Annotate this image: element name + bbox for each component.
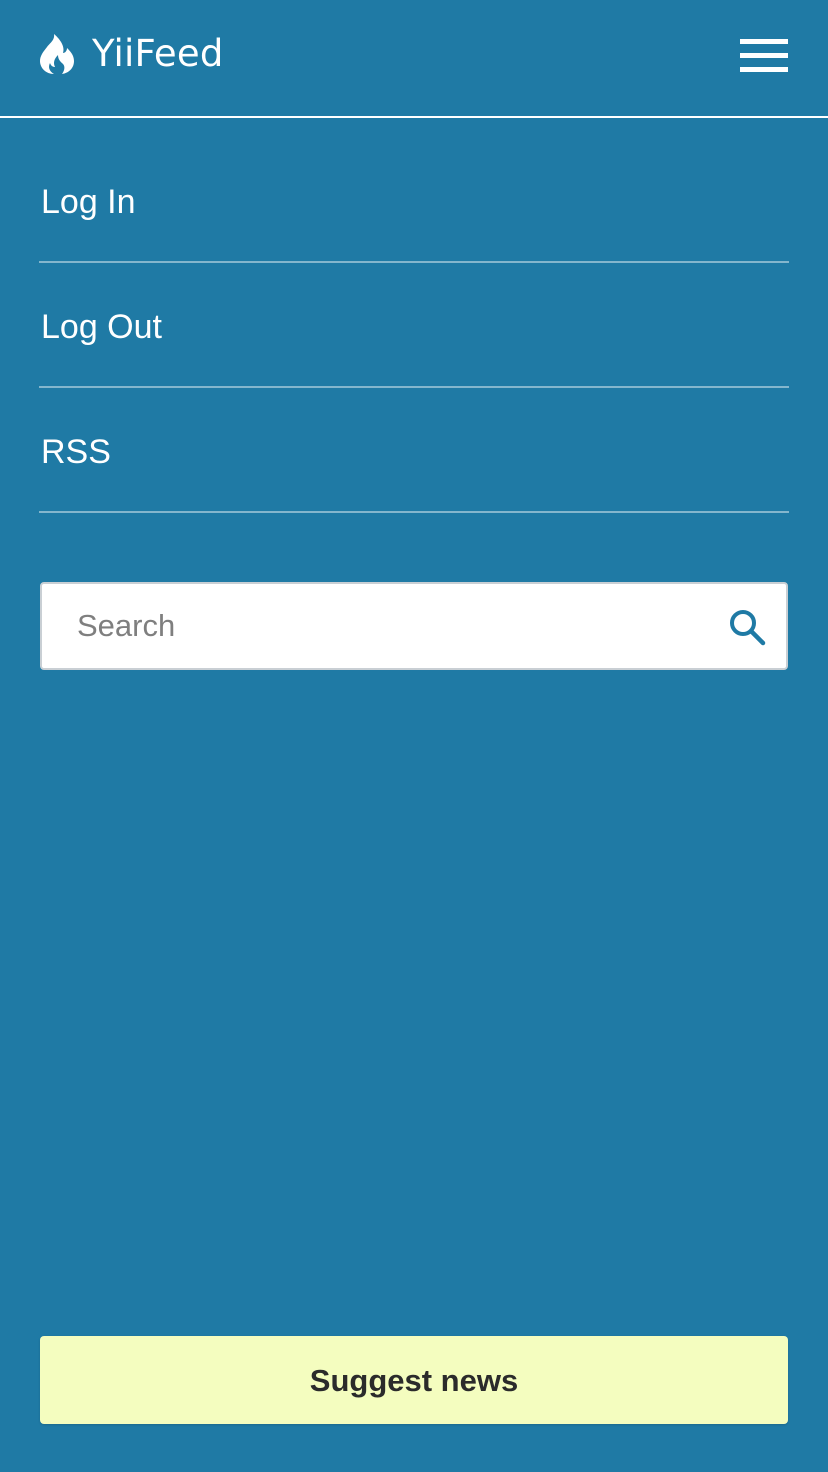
nav-item-label: RSS — [41, 433, 111, 471]
suggest-news-button[interactable]: Suggest news — [40, 1336, 788, 1424]
brand-logo[interactable]: YiiFeed — [40, 34, 224, 74]
nav-menu: Log In Log Out RSS — [39, 138, 789, 513]
nav-item-log-in[interactable]: Log In — [39, 138, 789, 263]
nav-item-log-out[interactable]: Log Out — [39, 263, 789, 388]
menu-bar — [740, 67, 788, 72]
search-box — [40, 582, 788, 670]
brand-name: YiiFeed — [92, 32, 224, 75]
header: YiiFeed — [0, 0, 828, 118]
search-icon[interactable] — [728, 608, 766, 646]
menu-bar — [740, 53, 788, 58]
nav-item-label: Log Out — [41, 308, 162, 346]
flame-icon — [40, 34, 74, 74]
menu-bar — [740, 39, 788, 44]
nav-item-label: Log In — [41, 183, 136, 221]
hamburger-menu-icon[interactable] — [740, 39, 788, 73]
search-input[interactable] — [42, 584, 702, 668]
nav-item-rss[interactable]: RSS — [39, 388, 789, 513]
